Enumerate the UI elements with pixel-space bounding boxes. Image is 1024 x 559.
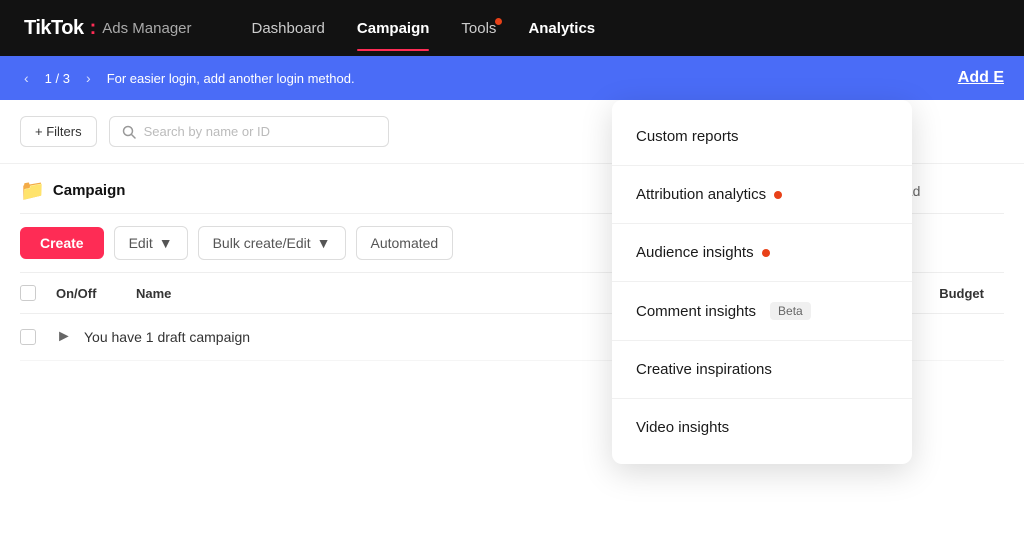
filters-button[interactable]: + Filters (20, 116, 97, 147)
dropdown-item-creative-inspirations[interactable]: Creative inspirations (612, 345, 912, 394)
comment-insights-label: Comment insights (636, 303, 756, 320)
nav-items: Dashboard Campaign Tools Analytics (240, 12, 1001, 45)
banner-total-pages: 3 (63, 71, 70, 86)
search-box[interactable]: Search by name or ID (109, 116, 389, 147)
top-nav: TikTok: Ads Manager Dashboard Campaign T… (0, 0, 1024, 56)
edit-button[interactable]: Edit ▼ (114, 226, 188, 260)
banner-link[interactable]: Add E (958, 69, 1004, 87)
bulk-chevron-icon: ▼ (317, 235, 331, 251)
edit-label: Edit (129, 235, 153, 251)
search-icon (122, 125, 136, 139)
dropdown-item-comment-insights[interactable]: Comment insights Beta (612, 286, 912, 336)
col-campaign-header: 📁 Campaign (20, 178, 664, 203)
nav-tools-label: Tools (461, 20, 496, 37)
automated-button[interactable]: Automated (356, 226, 454, 260)
dropdown-divider-3 (612, 281, 912, 282)
dropdown-divider-5 (612, 398, 912, 399)
dropdown-item-video-insights[interactable]: Video insights (612, 403, 912, 452)
dropdown-item-audience-insights[interactable]: Audience insights (612, 228, 912, 277)
analytics-dropdown: Custom reports Attribution analytics Aud… (612, 100, 912, 464)
audience-insights-dot (762, 249, 770, 257)
dropdown-divider-2 (612, 223, 912, 224)
nav-item-campaign[interactable]: Campaign (345, 12, 442, 45)
logo: TikTok: Ads Manager (24, 17, 192, 40)
header-checkbox-col (20, 285, 56, 301)
attribution-analytics-label: Attribution analytics (636, 186, 766, 203)
dropdown-divider-4 (612, 340, 912, 341)
col-budget-header: Budget (939, 286, 1004, 301)
tools-notification-dot (495, 18, 502, 25)
banner-message: For easier login, add another login meth… (107, 71, 946, 86)
logo-product: Ads Manager (102, 20, 191, 37)
logo-colon: : (90, 17, 97, 40)
creative-inspirations-label: Creative inspirations (636, 361, 772, 378)
banner-prev-arrow[interactable]: ‹ (20, 66, 33, 90)
campaign-label: Campaign (53, 182, 126, 199)
banner-separator: / (56, 71, 60, 86)
search-placeholder: Search by name or ID (144, 124, 270, 139)
dropdown-divider-1 (612, 165, 912, 166)
edit-chevron-icon: ▼ (159, 235, 173, 251)
custom-reports-label: Custom reports (636, 128, 739, 145)
nav-item-dashboard[interactable]: Dashboard (240, 12, 337, 45)
nav-item-tools[interactable]: Tools (449, 12, 508, 45)
dropdown-item-attribution-analytics[interactable]: Attribution analytics (612, 170, 912, 219)
bulk-button[interactable]: Bulk create/Edit ▼ (198, 226, 346, 260)
notification-banner: ‹ 1 / 3 › For easier login, add another … (0, 56, 1024, 100)
header-checkbox[interactable] (20, 285, 36, 301)
banner-current-page: 1 (45, 71, 52, 86)
bulk-label: Bulk create/Edit (213, 235, 311, 251)
create-button[interactable]: Create (20, 227, 104, 259)
col-onoff-header: On/Off (56, 286, 136, 301)
banner-next-arrow[interactable]: › (82, 66, 95, 90)
logo-tiktok: TikTok (24, 17, 84, 40)
row-checkbox-col (20, 329, 56, 345)
banner-page-info: 1 / 3 (45, 71, 70, 86)
folder-icon: 📁 (20, 178, 45, 203)
row-checkbox[interactable] (20, 329, 36, 345)
comment-insights-beta-badge: Beta (770, 302, 811, 320)
dropdown-item-custom-reports[interactable]: Custom reports (612, 112, 912, 161)
content-wrapper: + Filters Search by name or ID 📁 Campaig… (0, 100, 1024, 559)
video-insights-label: Video insights (636, 419, 729, 436)
audience-insights-label: Audience insights (636, 244, 754, 261)
nav-item-analytics[interactable]: Analytics (516, 12, 607, 45)
attribution-analytics-dot (774, 191, 782, 199)
app-root: TikTok: Ads Manager Dashboard Campaign T… (0, 0, 1024, 559)
row-expand-arrow[interactable]: ► (56, 328, 76, 346)
